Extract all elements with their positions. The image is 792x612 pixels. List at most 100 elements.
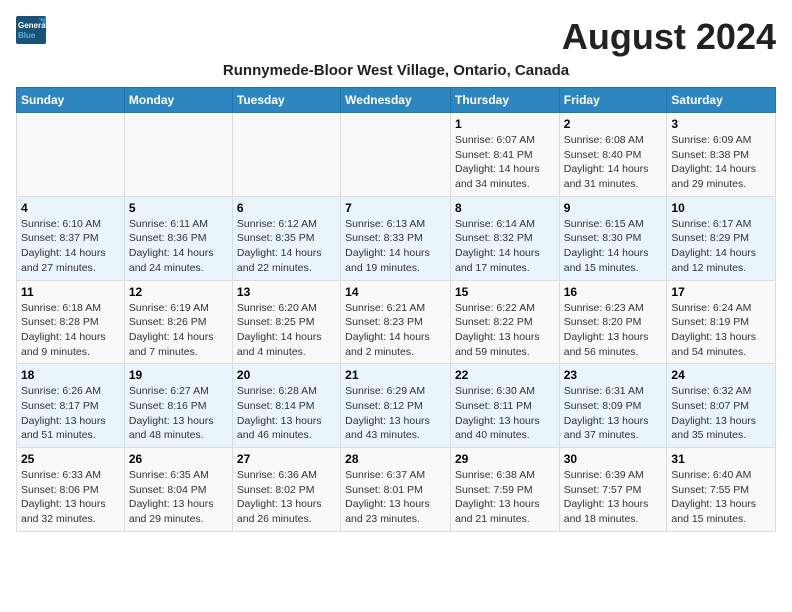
day-number: 6	[237, 201, 336, 215]
day-number: 24	[671, 368, 771, 382]
day-number: 10	[671, 201, 771, 215]
day-info: Sunrise: 6:17 AM Sunset: 8:29 PM Dayligh…	[671, 217, 771, 276]
day-info: Sunrise: 6:28 AM Sunset: 8:14 PM Dayligh…	[237, 384, 336, 443]
day-number: 21	[345, 368, 446, 382]
day-number: 14	[345, 285, 446, 299]
calendar-cell: 3Sunrise: 6:09 AM Sunset: 8:38 PM Daylig…	[667, 113, 776, 197]
calendar-cell: 18Sunrise: 6:26 AM Sunset: 8:17 PM Dayli…	[17, 364, 125, 448]
calendar-cell: 7Sunrise: 6:13 AM Sunset: 8:33 PM Daylig…	[341, 196, 451, 280]
day-number: 3	[671, 117, 771, 131]
day-number: 1	[455, 117, 555, 131]
calendar-cell: 27 Sunrise: 6:36 AM Sunset: 8:02 PM Dayli…	[232, 448, 340, 532]
day-header-wednesday: Wednesday	[341, 88, 451, 113]
day-info: Sunrise: 6:23 AM Sunset: 8:20 PM Dayligh…	[564, 301, 663, 360]
day-number: 17	[671, 285, 771, 299]
calendar-cell: 15 Sunrise: 6:22 AM Sunset: 8:22 PM Dayli…	[450, 280, 559, 364]
calendar-cell	[341, 113, 451, 197]
calendar-cell	[17, 113, 125, 197]
day-number: 27	[237, 452, 336, 466]
day-header-monday: Monday	[124, 88, 232, 113]
calendar-cell: 11Sunrise: 6:18 AM Sunset: 8:28 PM Dayli…	[17, 280, 125, 364]
day-number: 22	[455, 368, 555, 382]
page-title: August 2024	[562, 16, 776, 58]
calendar-cell: 9 Sunrise: 6:15 AM Sunset: 8:30 PM Daylig…	[559, 196, 667, 280]
day-info: Sunrise: 6:30 AM Sunset: 8:11 PM Dayligh…	[455, 384, 555, 443]
calendar-cell: 20 Sunrise: 6:28 AM Sunset: 8:14 PM Dayli…	[232, 364, 340, 448]
day-number: 9	[564, 201, 663, 215]
day-number: 20	[237, 368, 336, 382]
day-info: Sunrise: 6:10 AM Sunset: 8:37 PM Dayligh…	[21, 217, 120, 276]
logo-icon: General Blue	[16, 16, 48, 46]
day-number: 30	[564, 452, 663, 466]
logo: General Blue	[16, 16, 48, 46]
svg-text:General: General	[18, 21, 48, 30]
day-number: 28	[345, 452, 446, 466]
calendar-cell: 5 Sunrise: 6:11 AM Sunset: 8:36 PM Daylig…	[124, 196, 232, 280]
calendar-cell: 1 Sunrise: 6:07 AM Sunset: 8:41 PM Daylig…	[450, 113, 559, 197]
day-number: 16	[564, 285, 663, 299]
day-header-friday: Friday	[559, 88, 667, 113]
calendar-cell: 8Sunrise: 6:14 AM Sunset: 8:32 PM Daylig…	[450, 196, 559, 280]
day-info: Sunrise: 6:15 AM Sunset: 8:30 PM Dayligh…	[564, 217, 663, 276]
calendar-cell: 31 Sunrise: 6:40 AM Sunset: 7:55 PM Dayli…	[667, 448, 776, 532]
calendar-week-2: 4 Sunrise: 6:10 AM Sunset: 8:37 PM Daylig…	[17, 196, 776, 280]
day-info: Sunrise: 6:08 AM Sunset: 8:40 PM Dayligh…	[564, 133, 663, 192]
calendar-cell: 24Sunrise: 6:32 AM Sunset: 8:07 PM Dayli…	[667, 364, 776, 448]
calendar-cell: 14Sunrise: 6:21 AM Sunset: 8:23 PM Dayli…	[341, 280, 451, 364]
day-number: 23	[564, 368, 663, 382]
day-number: 29	[455, 452, 555, 466]
calendar-cell: 28Sunrise: 6:37 AM Sunset: 8:01 PM Dayli…	[341, 448, 451, 532]
calendar-cell: 13Sunrise: 6:20 AM Sunset: 8:25 PM Dayli…	[232, 280, 340, 364]
day-number: 31	[671, 452, 771, 466]
day-info: Sunrise: 6:35 AM Sunset: 8:04 PM Dayligh…	[129, 468, 228, 527]
day-header-thursday: Thursday	[450, 88, 559, 113]
day-header-tuesday: Tuesday	[232, 88, 340, 113]
calendar-cell: 6 Sunrise: 6:12 AM Sunset: 8:35 PM Daylig…	[232, 196, 340, 280]
svg-text:Blue: Blue	[18, 31, 36, 40]
day-header-sunday: Sunday	[17, 88, 125, 113]
calendar-table: SundayMondayTuesdayWednesdayThursdayFrid…	[16, 87, 776, 532]
day-number: 2	[564, 117, 663, 131]
day-info: Sunrise: 6:40 AM Sunset: 7:55 PM Dayligh…	[671, 468, 771, 527]
calendar-cell: 22 Sunrise: 6:30 AM Sunset: 8:11 PM Dayli…	[450, 364, 559, 448]
calendar-cell: 4 Sunrise: 6:10 AM Sunset: 8:37 PM Daylig…	[17, 196, 125, 280]
day-info: Sunrise: 6:12 AM Sunset: 8:35 PM Dayligh…	[237, 217, 336, 276]
calendar-cell: 25Sunrise: 6:33 AM Sunset: 8:06 PM Dayli…	[17, 448, 125, 532]
calendar-cell: 23 Sunrise: 6:31 AM Sunset: 8:09 PM Dayli…	[559, 364, 667, 448]
calendar-week-1: 1 Sunrise: 6:07 AM Sunset: 8:41 PM Daylig…	[17, 113, 776, 197]
day-header-saturday: Saturday	[667, 88, 776, 113]
day-number: 26	[129, 452, 228, 466]
calendar-cell: 10 Sunrise: 6:17 AM Sunset: 8:29 PM Dayli…	[667, 196, 776, 280]
calendar-week-4: 18Sunrise: 6:26 AM Sunset: 8:17 PM Dayli…	[17, 364, 776, 448]
day-info: Sunrise: 6:18 AM Sunset: 8:28 PM Dayligh…	[21, 301, 120, 360]
calendar-cell: 12 Sunrise: 6:19 AM Sunset: 8:26 PM Dayli…	[124, 280, 232, 364]
day-info: Sunrise: 6:19 AM Sunset: 8:26 PM Dayligh…	[129, 301, 228, 360]
day-info: Sunrise: 6:24 AM Sunset: 8:19 PM Dayligh…	[671, 301, 771, 360]
calendar-cell: 21Sunrise: 6:29 AM Sunset: 8:12 PM Dayli…	[341, 364, 451, 448]
day-number: 4	[21, 201, 120, 215]
calendar-cell	[124, 113, 232, 197]
day-number: 19	[129, 368, 228, 382]
day-info: Sunrise: 6:26 AM Sunset: 8:17 PM Dayligh…	[21, 384, 120, 443]
day-info: Sunrise: 6:38 AM Sunset: 7:59 PM Dayligh…	[455, 468, 555, 527]
day-number: 5	[129, 201, 228, 215]
day-info: Sunrise: 6:27 AM Sunset: 8:16 PM Dayligh…	[129, 384, 228, 443]
day-info: Sunrise: 6:07 AM Sunset: 8:41 PM Dayligh…	[455, 133, 555, 192]
calendar-cell	[232, 113, 340, 197]
day-info: Sunrise: 6:14 AM Sunset: 8:32 PM Dayligh…	[455, 217, 555, 276]
day-number: 13	[237, 285, 336, 299]
calendar-header: SundayMondayTuesdayWednesdayThursdayFrid…	[17, 88, 776, 113]
day-info: Sunrise: 6:36 AM Sunset: 8:02 PM Dayligh…	[237, 468, 336, 527]
day-number: 7	[345, 201, 446, 215]
calendar-cell: 16 Sunrise: 6:23 AM Sunset: 8:20 PM Dayli…	[559, 280, 667, 364]
day-number: 12	[129, 285, 228, 299]
calendar-cell: 26 Sunrise: 6:35 AM Sunset: 8:04 PM Dayli…	[124, 448, 232, 532]
day-number: 15	[455, 285, 555, 299]
day-info: Sunrise: 6:39 AM Sunset: 7:57 PM Dayligh…	[564, 468, 663, 527]
day-info: Sunrise: 6:11 AM Sunset: 8:36 PM Dayligh…	[129, 217, 228, 276]
day-info: Sunrise: 6:31 AM Sunset: 8:09 PM Dayligh…	[564, 384, 663, 443]
calendar-week-3: 11Sunrise: 6:18 AM Sunset: 8:28 PM Dayli…	[17, 280, 776, 364]
day-info: Sunrise: 6:22 AM Sunset: 8:22 PM Dayligh…	[455, 301, 555, 360]
calendar-cell: 2 Sunrise: 6:08 AM Sunset: 8:40 PM Daylig…	[559, 113, 667, 197]
calendar-week-5: 25Sunrise: 6:33 AM Sunset: 8:06 PM Dayli…	[17, 448, 776, 532]
